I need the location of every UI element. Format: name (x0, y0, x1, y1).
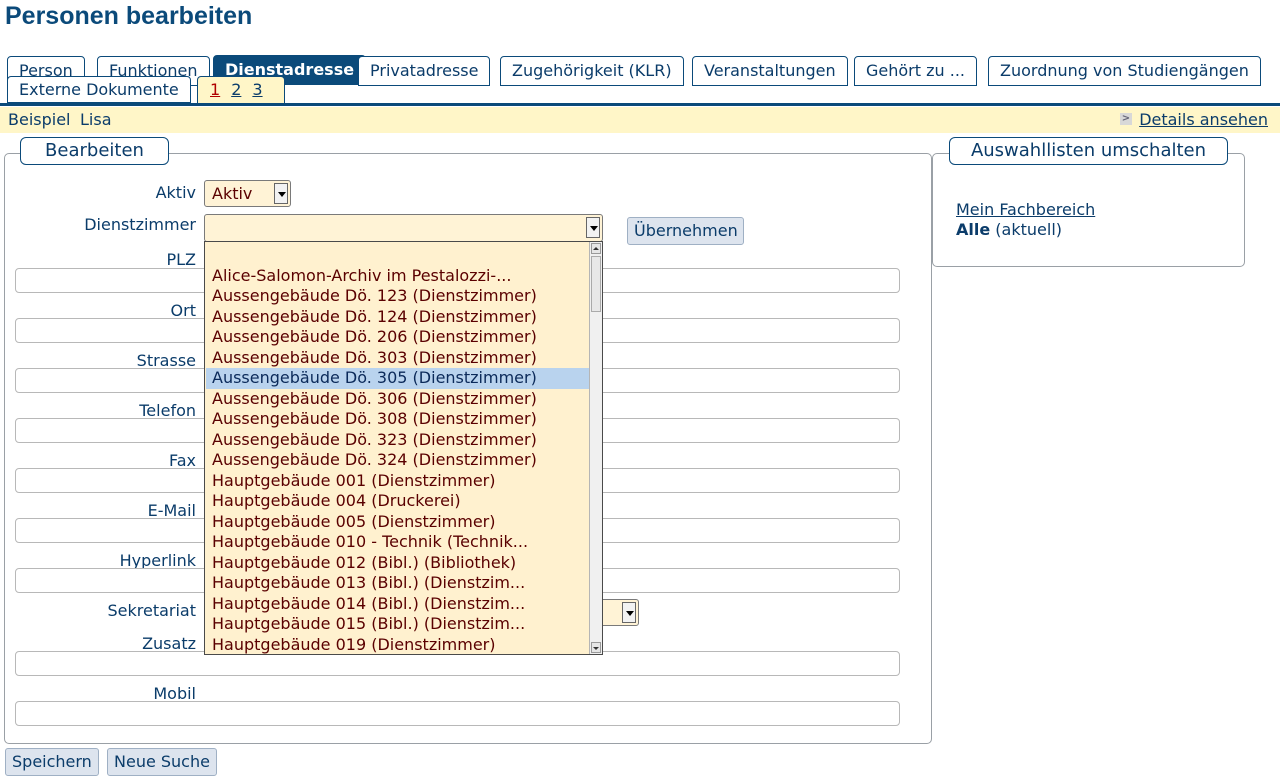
page-3-link[interactable]: 3 (252, 80, 262, 99)
plz-label: PLZ (166, 250, 196, 269)
tab-zugehoerigkeit[interactable]: Zugehörigkeit (KLR) (500, 56, 684, 86)
save-button[interactable]: Speichern (5, 748, 99, 776)
page-title: Personen bearbeiten (5, 2, 253, 30)
chevron-down-icon (586, 217, 600, 238)
aktuell-label: (aktuell) (995, 220, 1062, 239)
tab-privatadresse[interactable]: Privatadresse (358, 56, 491, 86)
dropdown-option[interactable]: Hauptgebäude 019 (Dienstzimmer) (206, 635, 590, 655)
edit-legend: Bearbeiten (20, 137, 169, 165)
uebernehmen-button[interactable]: Übernehmen (627, 217, 744, 245)
page-1-link[interactable]: 1 (210, 80, 220, 99)
mein-fachbereich-link[interactable]: Mein Fachbereich (956, 200, 1095, 219)
dropdown-option[interactable]: Hauptgebäude 012 (Bibl.) (Bibliothek) (206, 553, 590, 574)
dropdown-option[interactable]: Aussengebäude Dö. 324 (Dienstzimmer) (206, 450, 590, 471)
dropdown-option[interactable]: Hauptgebäude 013 (Bibl.) (Dienstzim... (206, 573, 590, 594)
dropdown-option[interactable]: Alice-Salomon-Archiv im Pestalozzi-... (206, 266, 590, 287)
dropdown-option[interactable]: Aussengebäude Dö. 308 (Dienstzimmer) (206, 409, 590, 430)
aktiv-select[interactable]: Aktiv (204, 180, 291, 207)
person-name-bar: Beispiel Lisa > Details ansehen (0, 107, 1280, 133)
page-2-link[interactable]: 2 (231, 80, 241, 99)
alle-current: Alle (aktuell) (956, 220, 1062, 239)
dropdown-option[interactable]: Hauptgebäude 015 (Bibl.) (Dienstzim... (206, 614, 590, 635)
dienstzimmer-select[interactable] (204, 214, 603, 242)
dienstzimmer-dropdown-list[interactable]: Alice-Salomon-Archiv im Pestalozzi-... Au… (204, 241, 603, 655)
tab-externe-dokumente[interactable]: Externe Dokumente (7, 76, 191, 103)
mobil-input[interactable] (15, 701, 900, 726)
sekretariat-label: Sekretariat (107, 601, 196, 620)
dropdown-option[interactable]: Hauptgebäude 005 (Dienstzimmer) (206, 512, 590, 533)
scroll-thumb[interactable] (591, 256, 601, 312)
dienstzimmer-label: Dienstzimmer (84, 215, 196, 234)
tab-veranstaltungen[interactable]: Veranstaltungen (692, 56, 848, 86)
tab-underline (0, 103, 1280, 106)
alle-label: Alle (956, 220, 991, 239)
dropdown-option[interactable]: Aussengebäude Dö. 305 (Dienstzimmer) (206, 368, 590, 389)
tab-pager: 123 (197, 76, 285, 104)
aktiv-label: Aktiv (155, 183, 196, 202)
chevron-down-icon (274, 183, 288, 204)
scroll-up-icon[interactable] (591, 243, 601, 254)
tab-gehoert-zu[interactable]: Gehört zu ... (854, 56, 977, 86)
switch-lists-legend: Auswahllisten umschalten (949, 137, 1228, 165)
new-search-button[interactable]: Neue Suche (107, 748, 217, 776)
scroll-down-icon[interactable] (591, 642, 601, 653)
dropdown-option[interactable]: Aussengebäude Dö. 303 (Dienstzimmer) (206, 348, 590, 369)
dropdown-option[interactable]: Aussengebäude Dö. 323 (Dienstzimmer) (206, 430, 590, 451)
arrow-right-icon: > (1120, 113, 1132, 125)
dropdown-option[interactable]: Hauptgebäude 010 - Technik (Technik... (206, 532, 590, 553)
person-last-name: Lisa (80, 110, 112, 129)
tab-zuordnung-studiengaenge[interactable]: Zuordnung von Studiengängen (988, 56, 1261, 86)
dropdown-option[interactable]: Aussengebäude Dö. 306 (Dienstzimmer) (206, 389, 590, 410)
person-first-name: Beispiel (8, 110, 71, 129)
dropdown-scrollbar[interactable] (589, 242, 602, 654)
chevron-down-icon (622, 602, 636, 623)
dropdown-option[interactable] (206, 245, 590, 266)
dropdown-option[interactable]: Hauptgebäude 001 (Dienstzimmer) (206, 471, 590, 492)
dropdown-option[interactable]: Aussengebäude Dö. 206 (Dienstzimmer) (206, 327, 590, 348)
dropdown-option[interactable]: Aussengebäude Dö. 123 (Dienstzimmer) (206, 286, 590, 307)
dropdown-option[interactable]: Aussengebäude Dö. 124 (Dienstzimmer) (206, 307, 590, 328)
dropdown-option[interactable]: Hauptgebäude 004 (Druckerei) (206, 491, 590, 512)
details-link[interactable]: Details ansehen (1139, 107, 1268, 133)
aktiv-select-value: Aktiv (212, 184, 253, 203)
dropdown-option[interactable]: Hauptgebäude 014 (Bibl.) (Dienstzim... (206, 594, 590, 615)
dropdown-options: Alice-Salomon-Archiv im Pestalozzi-... Au… (206, 245, 590, 655)
